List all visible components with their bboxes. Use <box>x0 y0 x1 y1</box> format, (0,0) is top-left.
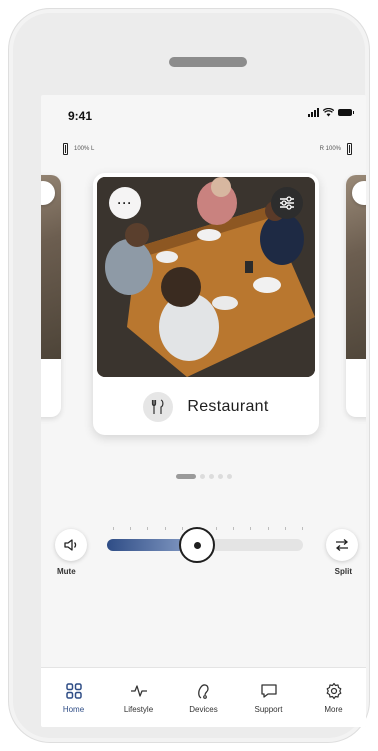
program-more-button[interactable]: ··· <box>109 187 141 219</box>
sliders-icon <box>280 196 294 210</box>
restaurant-photo: ··· <box>97 177 315 377</box>
program-name: Restaurant <box>187 398 269 415</box>
hearing-aid-icon <box>197 684 209 699</box>
right-battery-label: R 100% <box>319 146 341 152</box>
tab-devices-label: Devices <box>189 705 218 714</box>
tab-lifestyle-label: Lifestyle <box>123 705 154 714</box>
tab-devices[interactable]: Devices <box>176 682 232 714</box>
tab-support-label: Support <box>254 705 283 714</box>
pager-dot[interactable] <box>208 474 214 479</box>
bottom-tab-bar: Home Lifestyle Devices Support More <box>41 667 366 727</box>
program-card-previous[interactable] <box>41 175 61 417</box>
pager-dot[interactable] <box>226 474 232 479</box>
left-aid-battery: 100% L <box>63 143 94 155</box>
chat-icon <box>260 684 277 698</box>
status-icons <box>308 108 354 117</box>
phone-speaker <box>169 57 247 67</box>
tab-more-label: More <box>324 705 343 714</box>
tab-support[interactable]: Support <box>241 682 297 714</box>
split-label: Split <box>334 567 352 576</box>
cutlery-icon <box>143 392 174 422</box>
speaker-icon <box>64 539 77 551</box>
gear-icon <box>326 682 341 700</box>
signal-icon <box>308 108 319 117</box>
activity-icon <box>130 685 147 697</box>
program-card-active[interactable]: ··· Restaurant <box>93 173 319 435</box>
tab-home[interactable]: Home <box>46 682 102 714</box>
tab-home-label: Home <box>62 705 85 714</box>
split-arrows-icon <box>335 539 349 551</box>
home-grid-icon <box>65 683 82 699</box>
wifi-icon <box>323 108 334 117</box>
program-label-row: Restaurant <box>93 379 319 435</box>
pager-dot[interactable] <box>199 474 205 479</box>
mute-button[interactable] <box>55 529 87 561</box>
app-screen: 9:41 100% L R 100% ··· Restaurant Mute S… <box>41 95 366 727</box>
left-battery-label: 100% L <box>74 146 95 152</box>
program-pager <box>41 474 366 479</box>
right-aid-battery: R 100% <box>320 143 352 155</box>
mute-label: Mute <box>57 567 76 576</box>
tab-more[interactable]: More <box>306 682 362 714</box>
tab-lifestyle[interactable]: Lifestyle <box>111 682 167 714</box>
status-time: 9:41 <box>68 109 93 123</box>
program-settings-button[interactable] <box>271 187 303 219</box>
program-card-next[interactable] <box>346 175 366 417</box>
battery-icon <box>338 109 354 116</box>
pager-dot[interactable] <box>217 474 223 479</box>
left-battery-icon <box>63 143 68 155</box>
phone-frame: 9:41 100% L R 100% ··· Restaurant Mute S… <box>8 8 370 743</box>
right-battery-icon <box>347 143 352 155</box>
pager-dot[interactable] <box>175 474 196 479</box>
volume-slider-knob[interactable] <box>179 527 216 563</box>
split-button[interactable] <box>326 529 358 561</box>
